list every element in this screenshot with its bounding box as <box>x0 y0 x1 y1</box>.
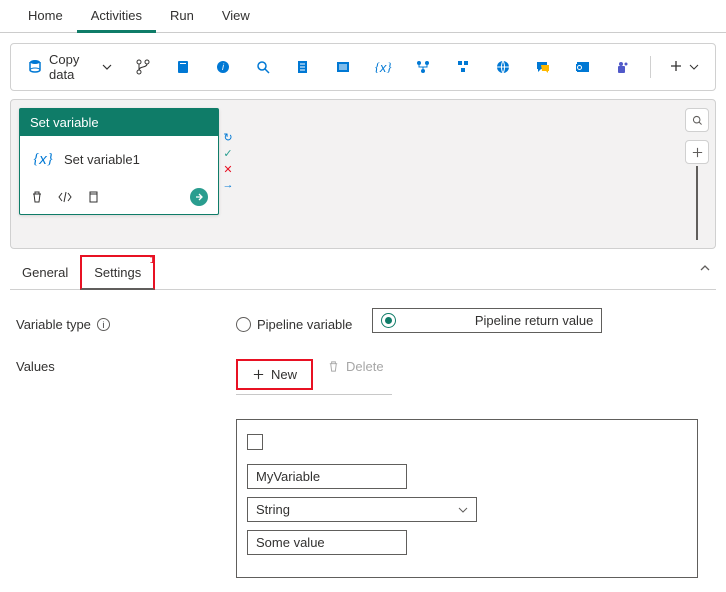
canvas-add-button[interactable] <box>685 140 709 164</box>
chevron-down-icon <box>689 60 699 75</box>
teams-button[interactable] <box>606 54 640 80</box>
branch-icon <box>134 58 152 76</box>
chevron-down-icon <box>102 60 112 75</box>
code-icon[interactable] <box>58 190 72 204</box>
toolbar: Copy data i {x} <box>10 43 716 91</box>
variable-icon: {x} <box>374 58 392 76</box>
chevron-down-icon <box>458 505 468 515</box>
copy-icon[interactable] <box>86 190 100 204</box>
radio-pipeline-variable[interactable]: Pipeline variable <box>236 317 352 332</box>
variable-value-input[interactable]: Some value <box>247 530 407 555</box>
search-button[interactable] <box>246 54 280 80</box>
flow-button[interactable] <box>406 54 440 80</box>
tab-general[interactable]: General <box>10 257 80 288</box>
handle-recycle-icon[interactable]: ↻ <box>221 130 235 144</box>
tab-settings[interactable]: Settings 1 <box>80 255 155 290</box>
notebook-icon <box>174 58 192 76</box>
copy-data-label: Copy data <box>49 52 96 82</box>
flow-icon <box>414 58 432 76</box>
delete-button[interactable]: Delete <box>327 359 384 374</box>
globe-icon <box>494 58 512 76</box>
variable-icon: {x} <box>30 148 56 170</box>
handle-error-icon[interactable]: ✕ <box>221 162 235 176</box>
properties-tabbar: General Settings 1 <box>10 255 716 290</box>
variable-type-select[interactable]: String <box>247 497 477 522</box>
script-icon <box>294 58 312 76</box>
validate-icon <box>454 58 472 76</box>
database-icon <box>27 58 43 76</box>
tab-badge: 1 <box>150 255 156 266</box>
teams-icon <box>614 58 632 76</box>
top-nav: Home Activities Run View <box>0 0 726 33</box>
script-button[interactable] <box>286 54 320 80</box>
tab-home[interactable]: Home <box>14 0 77 32</box>
canvas-search-button[interactable] <box>685 108 709 132</box>
validate-button[interactable] <box>446 54 480 80</box>
new-button[interactable]: New <box>236 359 313 390</box>
variable-button[interactable]: {x} <box>366 54 400 80</box>
outlook-icon <box>574 58 592 76</box>
value-checkbox[interactable] <box>247 434 263 450</box>
plus-icon <box>669 59 683 76</box>
branch-button[interactable] <box>126 54 160 80</box>
activity-node[interactable]: Set variable {x} Set variable1 <box>19 108 219 215</box>
search-icon <box>254 58 272 76</box>
value-panel: MyVariable String Some value <box>236 419 698 578</box>
toolbar-divider <box>650 56 651 78</box>
node-title: Set variable <box>20 109 218 136</box>
copy-data-button[interactable]: Copy data <box>19 48 120 86</box>
handle-forward-icon[interactable]: → <box>221 178 235 192</box>
tab-view[interactable]: View <box>208 0 264 32</box>
outlook-button[interactable] <box>566 54 600 80</box>
node-name: Set variable1 <box>64 152 140 167</box>
add-button[interactable] <box>661 55 707 80</box>
info-icon[interactable]: i <box>97 318 110 331</box>
variable-type-label: Variable type i <box>16 317 236 332</box>
values-label: Values <box>16 359 236 374</box>
info-button[interactable]: i <box>206 54 240 80</box>
list-button[interactable] <box>326 54 360 80</box>
node-handles: ↻ ✓ ✕ → <box>221 130 235 192</box>
list-icon <box>334 58 352 76</box>
notebook-button[interactable] <box>166 54 200 80</box>
info-icon: i <box>214 58 232 76</box>
run-button[interactable] <box>190 188 208 206</box>
radio-pipeline-return-value[interactable]: Pipeline return value <box>372 308 602 333</box>
chat-icon <box>534 58 552 76</box>
canvas[interactable]: Set variable {x} Set variable1 ↻ ✓ ✕ → <box>10 99 716 249</box>
delete-icon[interactable] <box>30 190 44 204</box>
chat-button[interactable] <box>526 54 560 80</box>
variable-name-input[interactable]: MyVariable <box>247 464 407 489</box>
tab-activities[interactable]: Activities <box>77 0 156 33</box>
collapse-button[interactable] <box>698 261 712 278</box>
handle-check-icon[interactable]: ✓ <box>221 146 235 160</box>
underline <box>236 394 392 395</box>
web-button[interactable] <box>486 54 520 80</box>
tab-run[interactable]: Run <box>156 0 208 32</box>
canvas-track <box>696 166 698 240</box>
